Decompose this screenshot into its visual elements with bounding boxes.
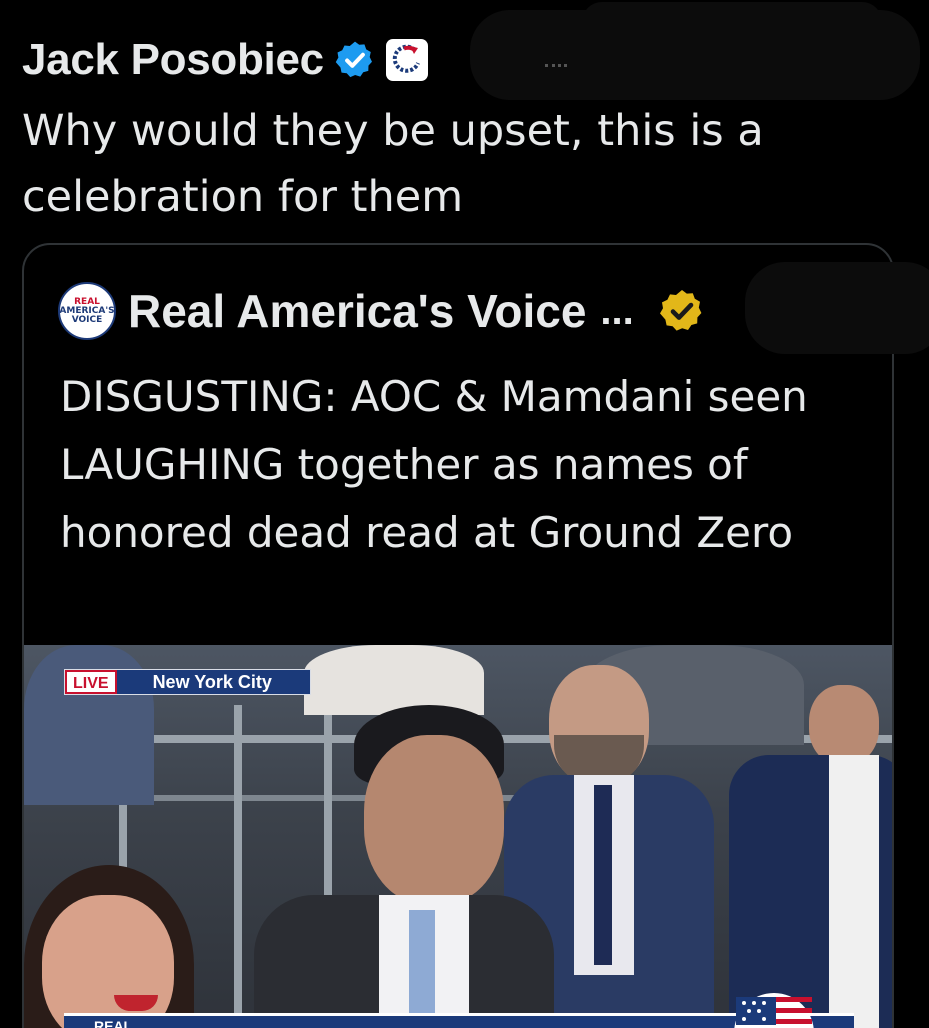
quoted-author-avatar[interactable]: REAL AMERICA'S VOICE [58,282,116,340]
redacted-handle [470,10,920,100]
tweet-header: Jack Posobiec [22,34,428,86]
person-center [254,705,554,1028]
affiliation-badge-icon[interactable] [385,39,428,81]
gold-verified-badge-icon[interactable] [658,287,706,335]
quoted-author-name[interactable]: Real America's Voice [128,284,586,338]
verified-badge-icon[interactable] [334,39,376,81]
flag-eagle-badge-icon [734,993,814,1028]
lower-third-logo: REAL [94,1018,133,1028]
barrier-post [234,705,242,1028]
redacted-handle-quote [745,262,929,354]
person-right [729,685,892,1028]
quoted-tweet-card[interactable]: REAL AMERICA'S VOICE Real America's Voic… [22,243,894,1028]
person-left [24,845,214,1028]
tweet-text: Why would they be upset, this is a celeb… [22,106,764,222]
quoted-author-ellipsis: ... [600,288,634,333]
video-thumbnail[interactable]: LIVE New York City REAL [24,645,892,1028]
live-bug: LIVE New York City [64,669,311,695]
avatar-logo-line-3: VOICE [71,314,103,325]
handle-fragment [545,64,567,70]
author-name[interactable]: Jack Posobiec [22,35,324,85]
location-label: New York City [116,670,310,694]
quoted-tweet-text: DISGUSTING: AOC & Mamdani seen LAUGHING … [60,372,808,557]
live-label: LIVE [65,670,117,694]
quoted-tweet-header: REAL AMERICA'S VOICE Real America's Voic… [58,281,706,341]
